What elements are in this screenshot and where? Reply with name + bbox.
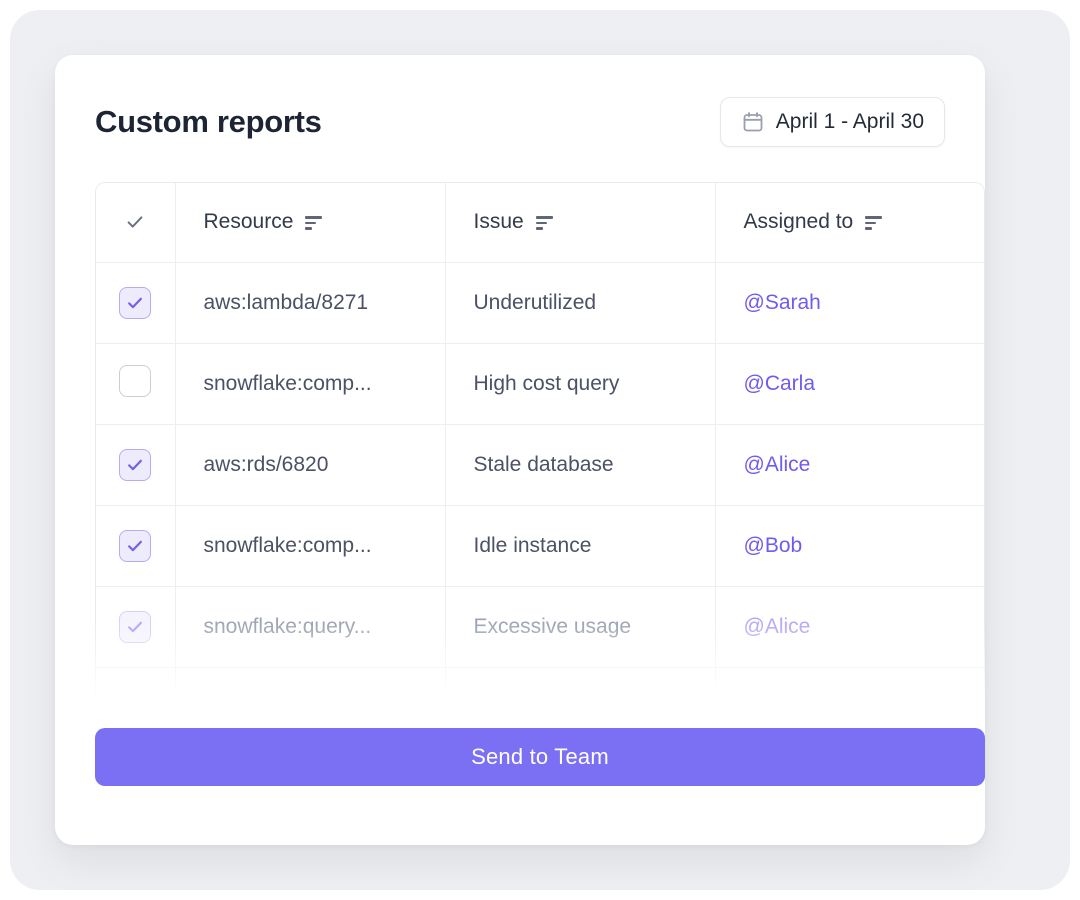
table-row: snowflake:comp... High cost query @Carla (95, 343, 985, 425)
assignee-mention[interactable]: @Sarah (744, 291, 821, 314)
column-header-resource[interactable]: Resource (175, 182, 446, 263)
issue-cell: High cost query (445, 343, 716, 425)
send-to-team-button[interactable]: Send to Team (95, 728, 985, 786)
row-checkbox[interactable] (118, 448, 151, 481)
check-icon (124, 211, 146, 233)
table-header-row: Resource Issue Assigned to (95, 182, 985, 263)
issue-cell: Stale database (445, 424, 716, 506)
resource-cell: aws:rds/6820 (175, 424, 446, 506)
sort-icon (865, 216, 883, 230)
assignee-mention[interactable]: @Carla (744, 372, 816, 395)
reports-table: Resource Issue Assigned to aws:lambda/82… (95, 182, 985, 712)
row-checkbox[interactable] (118, 364, 151, 397)
sort-icon (535, 216, 553, 230)
issue-cell: Excessive usage (445, 586, 716, 668)
table-row: snowflake:comp... Idle instance @Bob (95, 505, 985, 587)
row-checkbox[interactable] (118, 688, 151, 712)
table-row: aws:lambda/8271 Underutilized @Sarah (95, 262, 985, 344)
resource-cell: aws:lambda/8271 (175, 262, 446, 344)
card-header: Custom reports April 1 - April 30 (55, 55, 985, 147)
table-row: aws:rds/6820 Stale database @Alice (95, 424, 985, 506)
select-all-header[interactable] (95, 182, 176, 263)
row-checkbox[interactable] (118, 529, 151, 562)
assignee-cell (715, 667, 985, 712)
resource-cell: snowflake:comp... (175, 343, 446, 425)
assignee-mention[interactable]: @Alice (744, 453, 811, 476)
date-range-label: April 1 - April 30 (775, 110, 924, 133)
custom-reports-card: Custom reports April 1 - April 30 Resour… (55, 55, 985, 845)
row-checkbox[interactable] (118, 286, 151, 319)
resource-cell (175, 667, 446, 712)
page-title: Custom reports (95, 104, 322, 139)
date-range-button[interactable]: April 1 - April 30 (719, 97, 945, 147)
resource-cell: snowflake:query... (175, 586, 446, 668)
assignee-mention[interactable]: @Alice (744, 615, 811, 638)
resource-cell: snowflake:comp... (175, 505, 446, 587)
table-row-partial (95, 667, 985, 712)
sort-icon (305, 216, 323, 230)
table-row: snowflake:query... Excessive usage @Alic… (95, 586, 985, 668)
assignee-mention[interactable]: @Bob (744, 534, 803, 557)
column-header-issue[interactable]: Issue (445, 182, 716, 263)
row-checkbox[interactable] (118, 610, 151, 643)
column-header-assigned-to[interactable]: Assigned to (715, 182, 985, 263)
issue-cell: Underutilized (445, 262, 716, 344)
issue-cell: Idle instance (445, 505, 716, 587)
issue-cell (445, 667, 716, 712)
calendar-icon (741, 110, 765, 134)
